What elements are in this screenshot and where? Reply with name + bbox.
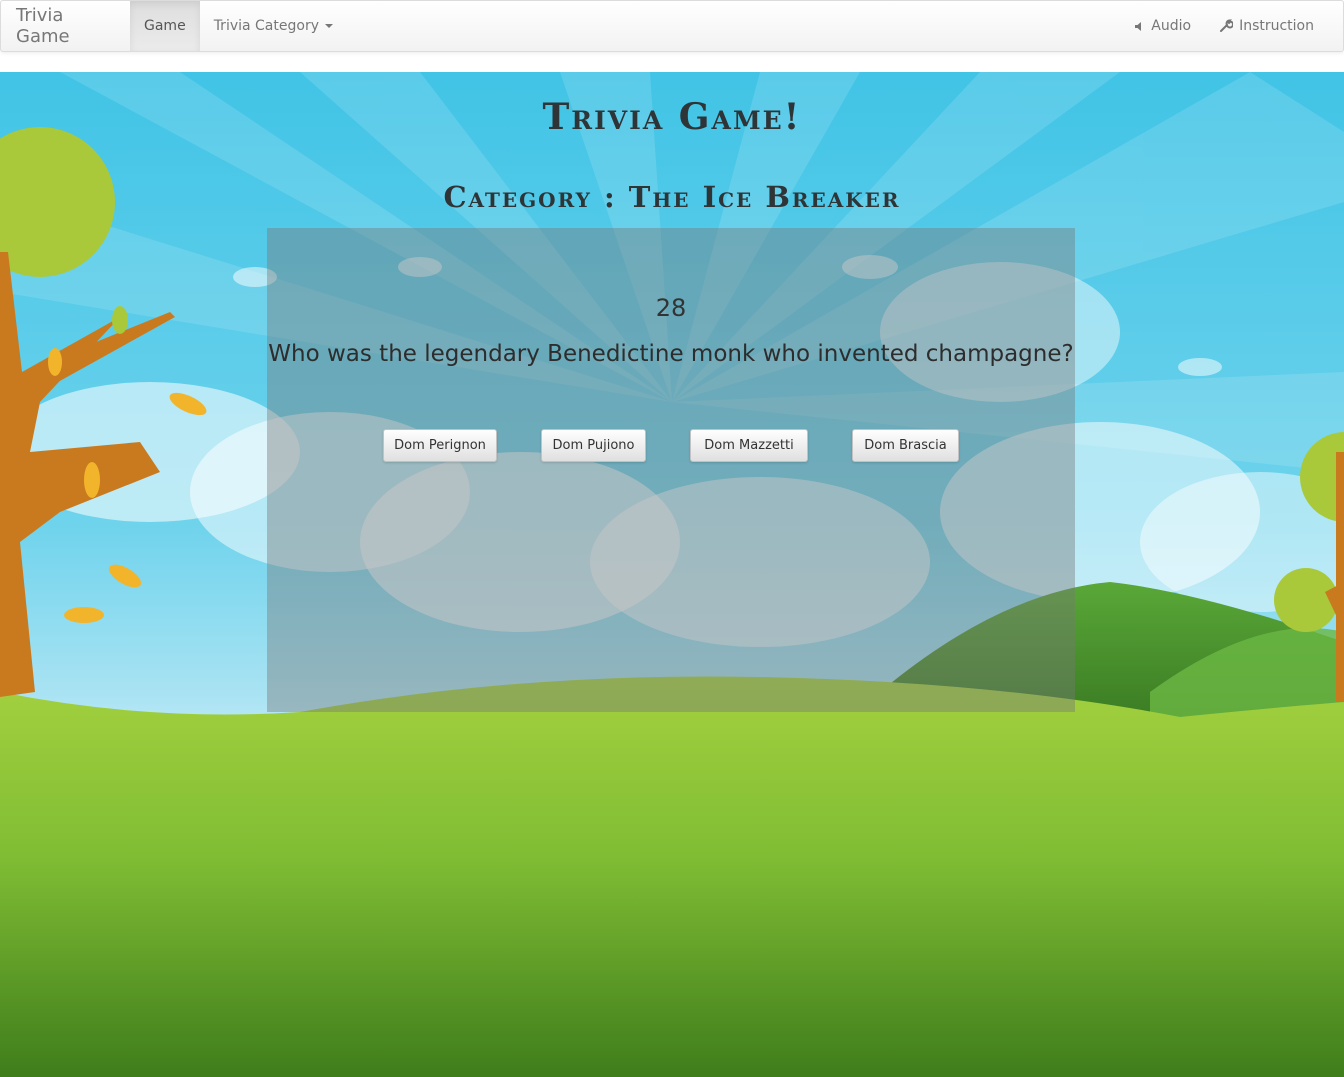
answer-button-2[interactable]: Dom Pujiono bbox=[541, 429, 646, 462]
brand-link[interactable]: Trivia Game bbox=[1, 1, 130, 51]
wrench-icon bbox=[1219, 19, 1234, 33]
audio-button[interactable]: Audio bbox=[1120, 1, 1205, 51]
caret-down-icon bbox=[324, 24, 333, 28]
game-stage: Trivia Game! Category : The Ice Breaker … bbox=[0, 72, 1344, 1077]
answer-button-1[interactable]: Dom Perignon bbox=[383, 429, 497, 462]
grass-ground bbox=[0, 676, 1344, 1077]
answer-button-4[interactable]: Dom Brascia bbox=[852, 429, 959, 462]
answer-button-3[interactable]: Dom Mazzetti bbox=[690, 429, 808, 462]
instruction-button[interactable]: Instruction bbox=[1205, 1, 1328, 51]
trivia-category-label: Trivia Category bbox=[213, 18, 319, 34]
question-text: Who was the legendary Benedictine monk w… bbox=[268, 341, 1074, 367]
category-heading: Category : The Ice Breaker bbox=[443, 180, 901, 214]
navbar-right: Audio Instruction bbox=[1120, 1, 1343, 51]
question-panel: 28 Who was the legendary Benedictine mon… bbox=[267, 228, 1075, 712]
countdown-timer: 28 bbox=[655, 294, 687, 322]
speaker-icon bbox=[1134, 21, 1145, 32]
game-title: Trivia Game! bbox=[542, 96, 802, 138]
top-navbar: Trivia Game Game Trivia Category Audio I… bbox=[0, 0, 1344, 52]
nav-game[interactable]: Game bbox=[130, 1, 200, 51]
instruction-label: Instruction bbox=[1239, 18, 1314, 34]
trivia-category-dropdown[interactable]: Trivia Category bbox=[200, 1, 347, 51]
audio-label: Audio bbox=[1151, 18, 1192, 34]
